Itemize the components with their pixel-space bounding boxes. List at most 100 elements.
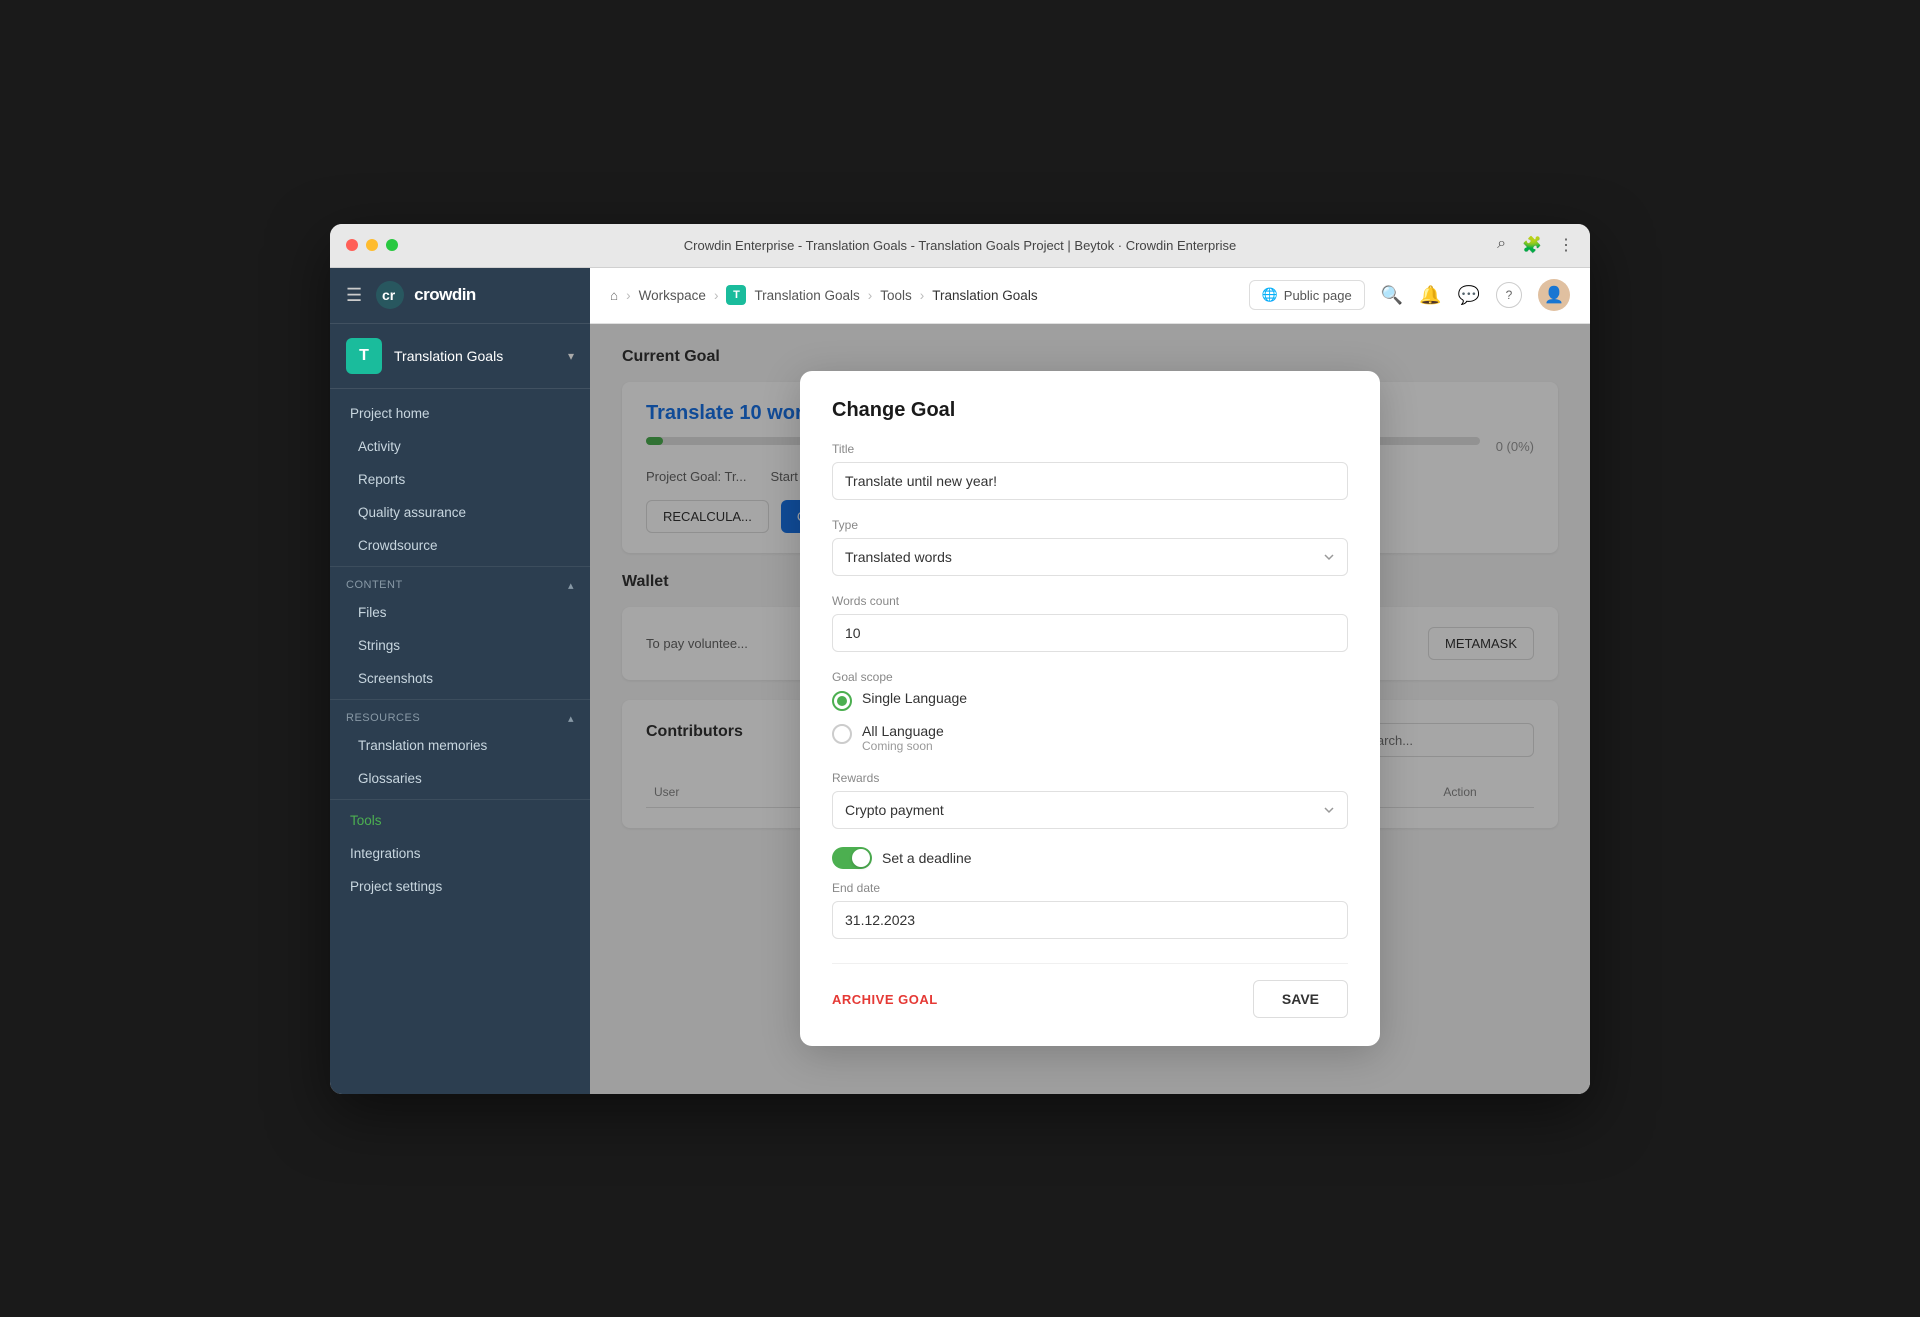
- sidebar-item-strings[interactable]: Strings: [330, 629, 590, 662]
- end-date-input[interactable]: [832, 901, 1348, 939]
- words-count-field-group: Words count: [832, 594, 1348, 652]
- breadcrumb-tools[interactable]: Tools: [880, 288, 912, 303]
- sidebar-item-label: Project settings: [350, 879, 442, 894]
- sidebar: ☰ cr crowdin T Translation Goals ▾ Proje…: [330, 268, 590, 1094]
- sidebar-section-resources[interactable]: Resources ▴: [330, 704, 590, 729]
- chevron-up-icon: ▴: [568, 712, 574, 725]
- archive-goal-button[interactable]: ARCHIVE GOAL: [832, 992, 938, 1007]
- hamburger-icon[interactable]: ☰: [346, 285, 362, 306]
- globe-icon: 🌐: [1262, 287, 1278, 303]
- deadline-toggle[interactable]: [832, 847, 872, 869]
- end-date-group: End date: [832, 881, 1348, 939]
- project-selector[interactable]: T Translation Goals ▾: [330, 324, 590, 389]
- sidebar-item-screenshots[interactable]: Screenshots: [330, 662, 590, 695]
- breadcrumb-translation-goals: Translation Goals: [932, 288, 1037, 303]
- titlebar: Crowdin Enterprise - Translation Goals -…: [330, 224, 1590, 268]
- radio-single-language-btn[interactable]: [832, 691, 852, 711]
- section-label: Content: [346, 579, 403, 591]
- type-field-group: Type Translated words Approved words Tra…: [832, 518, 1348, 576]
- rewards-select[interactable]: Crypto payment No reward: [832, 791, 1348, 829]
- sidebar-item-label: Tools: [350, 813, 382, 828]
- main-content: Current Goal Translate 10 words into one…: [590, 324, 1590, 1094]
- extensions-icon[interactable]: 🧩: [1522, 235, 1542, 255]
- help-icon[interactable]: ?: [1496, 282, 1522, 308]
- sidebar-item-label: Quality assurance: [358, 505, 466, 520]
- type-field-label: Type: [832, 518, 1348, 532]
- section-label: Resources: [346, 712, 420, 724]
- sidebar-item-label: Translation memories: [358, 738, 487, 753]
- logo-text: crowdin: [414, 285, 476, 305]
- sidebar-item-label: Reports: [358, 472, 405, 487]
- chevron-up-icon: ▴: [568, 579, 574, 592]
- sidebar-header: ☰ cr crowdin: [330, 268, 590, 324]
- sidebar-item-glossaries[interactable]: Glossaries: [330, 762, 590, 795]
- sidebar-item-label: Crowdsource: [358, 538, 438, 553]
- save-button[interactable]: SAVE: [1253, 980, 1348, 1018]
- goal-scope-group: Goal scope Single Language: [832, 670, 1348, 753]
- more-options-icon[interactable]: ⋮: [1558, 235, 1574, 255]
- traffic-lights[interactable]: [346, 239, 398, 251]
- radio-all-sublabel: Coming soon: [862, 739, 944, 753]
- user-avatar[interactable]: 👤: [1538, 279, 1570, 311]
- sidebar-item-files[interactable]: Files: [330, 596, 590, 629]
- titlebar-icons: ⌕ 🧩 ⋮: [1497, 235, 1574, 255]
- sidebar-item-integrations[interactable]: Integrations: [330, 837, 590, 870]
- modal-title: Change Goal: [832, 399, 1348, 422]
- sidebar-nav: Project home Activity Reports Quality as…: [330, 389, 590, 911]
- sidebar-item-project-home[interactable]: Project home: [330, 397, 590, 430]
- rewards-field-group: Rewards Crypto payment No reward: [832, 771, 1348, 829]
- window-title: Crowdin Enterprise - Translation Goals -…: [684, 238, 1237, 253]
- maximize-button[interactable]: [386, 239, 398, 251]
- public-page-button[interactable]: 🌐 Public page: [1249, 280, 1365, 310]
- words-count-input[interactable]: [832, 614, 1348, 652]
- modal-overlay[interactable]: Change Goal Title Type Translated words …: [590, 324, 1590, 1094]
- minimize-button[interactable]: [366, 239, 378, 251]
- breadcrumb-translation-goals-project[interactable]: Translation Goals: [754, 288, 859, 303]
- search-icon[interactable]: 🔍: [1381, 285, 1403, 306]
- type-select[interactable]: Translated words Approved words Translat…: [832, 538, 1348, 576]
- sidebar-item-label: Project home: [350, 406, 430, 421]
- breadcrumb: ⌂ › Workspace › T Translation Goals › To…: [610, 285, 1249, 305]
- modal-footer: ARCHIVE GOAL SAVE: [832, 963, 1348, 1018]
- radio-single-language[interactable]: Single Language: [832, 690, 1348, 711]
- goal-scope-label: Goal scope: [832, 670, 1348, 684]
- sidebar-item-project-settings[interactable]: Project settings: [330, 870, 590, 903]
- svg-text:cr: cr: [382, 287, 396, 303]
- sidebar-item-crowdsource[interactable]: Crowdsource: [330, 529, 590, 562]
- sidebar-section-content[interactable]: Content ▴: [330, 571, 590, 596]
- radio-all-language-btn[interactable]: [832, 724, 852, 744]
- search-titlebar-icon[interactable]: ⌕: [1497, 235, 1506, 255]
- change-goal-modal: Change Goal Title Type Translated words …: [800, 371, 1380, 1046]
- end-date-label: End date: [832, 881, 1348, 895]
- words-count-label: Words count: [832, 594, 1348, 608]
- home-icon[interactable]: ⌂: [610, 288, 618, 303]
- breadcrumb-workspace[interactable]: Workspace: [639, 288, 706, 303]
- topnav: ⌂ › Workspace › T Translation Goals › To…: [590, 268, 1590, 324]
- project-avatar: T: [346, 338, 382, 374]
- radio-single-label: Single Language: [862, 690, 967, 706]
- breadcrumb-project-icon: T: [726, 285, 746, 305]
- radio-all-label: All Language: [862, 723, 944, 739]
- deadline-toggle-row: Set a deadline: [832, 847, 1348, 869]
- radio-all-language[interactable]: All Language Coming soon: [832, 723, 1348, 753]
- close-button[interactable]: [346, 239, 358, 251]
- notification-icon[interactable]: 🔔: [1419, 285, 1441, 306]
- chevron-down-icon: ▾: [568, 349, 574, 363]
- sidebar-item-translation-memories[interactable]: Translation memories: [330, 729, 590, 762]
- title-field-label: Title: [832, 442, 1348, 456]
- deadline-toggle-label: Set a deadline: [882, 850, 972, 866]
- sidebar-item-tools[interactable]: Tools: [330, 804, 590, 837]
- sidebar-item-activity[interactable]: Activity: [330, 430, 590, 463]
- sidebar-item-label: Integrations: [350, 846, 421, 861]
- rewards-label: Rewards: [832, 771, 1348, 785]
- logo: cr crowdin: [374, 279, 476, 311]
- sidebar-item-label: Glossaries: [358, 771, 422, 786]
- sidebar-item-label: Strings: [358, 638, 400, 653]
- project-name: Translation Goals: [394, 348, 556, 364]
- title-input[interactable]: [832, 462, 1348, 500]
- radio-group: Single Language All Language Coming soon: [832, 690, 1348, 753]
- message-icon[interactable]: 💬: [1458, 285, 1480, 306]
- sidebar-item-reports[interactable]: Reports: [330, 463, 590, 496]
- topnav-actions: 🌐 Public page 🔍 🔔 💬 ? 👤: [1249, 279, 1570, 311]
- sidebar-item-quality-assurance[interactable]: Quality assurance: [330, 496, 590, 529]
